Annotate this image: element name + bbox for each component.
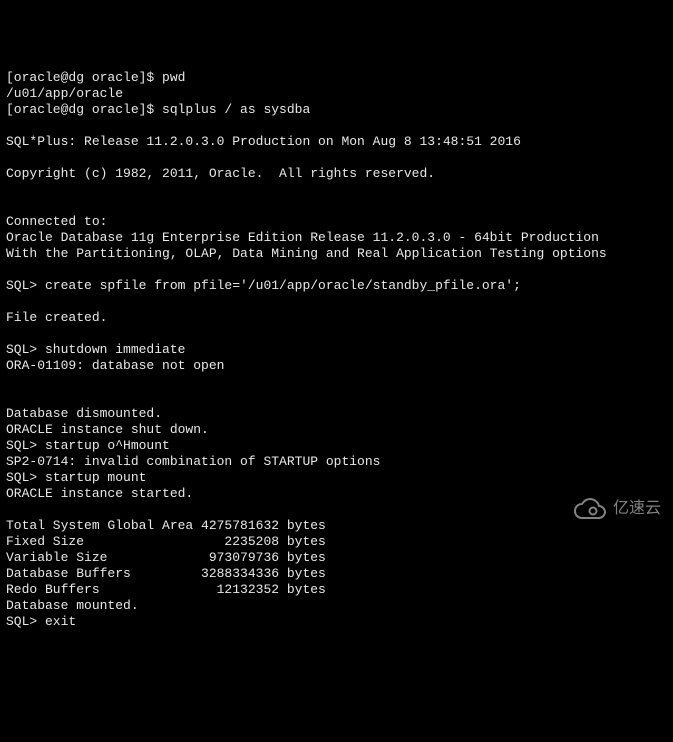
- terminal-line: [6, 326, 667, 342]
- terminal-line: [6, 150, 667, 166]
- terminal-line: Copyright (c) 1982, 2011, Oracle. All ri…: [6, 166, 667, 182]
- watermark: 亿速云: [573, 466, 661, 552]
- terminal-line: SQL> create spfile from pfile='/u01/app/…: [6, 278, 667, 294]
- terminal-line: ORACLE instance shut down.: [6, 422, 667, 438]
- terminal-line: With the Partitioning, OLAP, Data Mining…: [6, 246, 667, 262]
- terminal-line: Database dismounted.: [6, 406, 667, 422]
- terminal-line: SQL> startup mount: [6, 470, 667, 486]
- terminal-line: Variable Size 973079736 bytes: [6, 550, 667, 566]
- terminal-line: [6, 118, 667, 134]
- terminal-line: Redo Buffers 12132352 bytes: [6, 582, 667, 598]
- terminal-line: /u01/app/oracle: [6, 86, 667, 102]
- terminal-line: [6, 390, 667, 406]
- cloud-icon: [573, 466, 607, 552]
- terminal-line: Database Buffers 3288334336 bytes: [6, 566, 667, 582]
- terminal-line: [6, 198, 667, 214]
- terminal-line: Database mounted.: [6, 598, 667, 614]
- terminal-line: File created.: [6, 310, 667, 326]
- terminal-line: SQL> shutdown immediate: [6, 342, 667, 358]
- terminal-line: [oracle@dg oracle]$ sqlplus / as sysdba: [6, 102, 667, 118]
- terminal-line: [oracle@dg oracle]$ pwd: [6, 70, 667, 86]
- watermark-text: 亿速云: [613, 501, 661, 517]
- terminal-line: ORACLE instance started.: [6, 486, 667, 502]
- terminal-line: ORA-01109: database not open: [6, 358, 667, 374]
- terminal-line: SQL> startup o^Hmount: [6, 438, 667, 454]
- terminal-line: [6, 182, 667, 198]
- terminal-line: SP2-0714: invalid combination of STARTUP…: [6, 454, 667, 470]
- terminal-line: Oracle Database 11g Enterprise Edition R…: [6, 230, 667, 246]
- terminal-line: Connected to:: [6, 214, 667, 230]
- terminal-line: [6, 262, 667, 278]
- terminal-line: [6, 374, 667, 390]
- terminal-line: [6, 502, 667, 518]
- terminal-line: SQL> exit: [6, 614, 667, 630]
- terminal-line: Fixed Size 2235208 bytes: [6, 534, 667, 550]
- terminal-output[interactable]: [oracle@dg oracle]$ pwd/u01/app/oracle[o…: [6, 70, 667, 630]
- terminal-line: [6, 294, 667, 310]
- terminal-line: SQL*Plus: Release 11.2.0.3.0 Production …: [6, 134, 667, 150]
- terminal-line: Total System Global Area 4275781632 byte…: [6, 518, 667, 534]
